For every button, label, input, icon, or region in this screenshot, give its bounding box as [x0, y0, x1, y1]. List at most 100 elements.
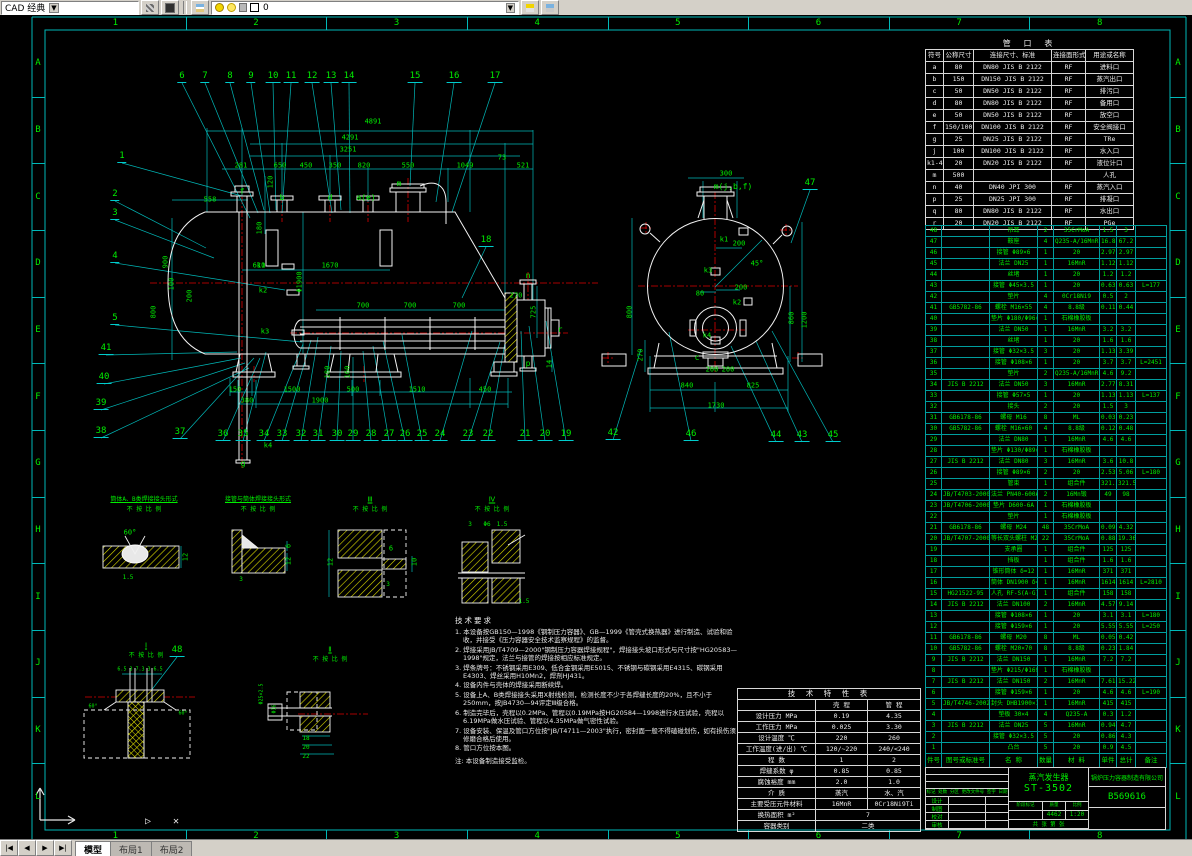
- table-cell: L=250: [1136, 622, 1167, 633]
- table-cell: 1: [1038, 688, 1054, 699]
- table-cell: GB5782-86: [942, 424, 990, 435]
- table-row: p25DN25 JPI 300RF排凝口: [926, 194, 1134, 206]
- dim-label: 860: [789, 312, 796, 325]
- table-cell: 46: [926, 248, 942, 259]
- zone-tick: [1170, 97, 1186, 98]
- table-cell: 进料口: [1086, 62, 1134, 74]
- table-cell: 0.86: [1100, 732, 1117, 743]
- zone-row-label: G: [1175, 458, 1180, 468]
- layer-stack-icon: [526, 4, 534, 12]
- zone-row-label: C: [1175, 192, 1180, 202]
- balloon-number: 45: [826, 431, 841, 442]
- balloon-number: 13: [324, 72, 339, 83]
- table-row: 主要受压元件材料16MnR0Cr18Ni9Ti: [738, 799, 921, 810]
- table-cell: 1.6: [1100, 336, 1117, 347]
- balloon-number: 34: [257, 430, 272, 441]
- dim-label: 14: [547, 360, 554, 368]
- dim-label: k4: [264, 443, 272, 450]
- table-cell: Q235-A: [1054, 710, 1100, 721]
- dim-label: 80: [696, 291, 704, 298]
- tab-模型[interactable]: 模型: [75, 841, 111, 856]
- table-cell: 0.23: [1100, 644, 1117, 655]
- last-tab-button[interactable]: ▶|: [54, 840, 72, 856]
- table-row: 44丝堵1201.21.2: [926, 270, 1167, 281]
- dim-label: 700: [404, 303, 417, 310]
- prev-tab-button[interactable]: ◀: [18, 840, 36, 856]
- equipment-name: 蒸汽发生器: [1009, 772, 1088, 783]
- table-cell: 备注: [1136, 754, 1167, 768]
- table-cell: 20: [1054, 347, 1100, 358]
- table-cell: [1136, 633, 1167, 644]
- table-cell: 3: [1038, 457, 1054, 468]
- dim-label: 450: [300, 163, 313, 170]
- first-tab-button[interactable]: |◀: [0, 840, 18, 856]
- dim-label: 3251: [340, 147, 357, 154]
- dim-label: 3: [386, 582, 390, 588]
- table-cell: [942, 325, 990, 336]
- zone-row-label: L: [1175, 792, 1180, 802]
- zone-tick: [1170, 297, 1186, 298]
- layer-properties-button[interactable]: [191, 0, 209, 15]
- tab-布局1[interactable]: 布局1: [110, 841, 152, 856]
- table-cell: [942, 226, 990, 237]
- table-cell: [942, 402, 990, 413]
- drawing-canvas[interactable]: 4891429132512816504503508205501049735215…: [0, 0, 1192, 856]
- table-cell: [1136, 512, 1167, 523]
- zone-column-label: 8: [1097, 18, 1102, 28]
- table-row: 30GB5782-86螺栓 M16×6048.8级0.120.48: [926, 424, 1167, 435]
- table-cell: 25: [944, 194, 974, 206]
- table-cell: 35: [926, 369, 942, 380]
- table-cell: 人孔: [1086, 170, 1134, 182]
- table-cell: 3.39: [1117, 347, 1136, 358]
- tab-布局2[interactable]: 布局2: [151, 841, 193, 856]
- zone-tick: [1170, 763, 1186, 764]
- table-cell: JB/T4707-2000: [942, 534, 990, 545]
- table-cell: [1136, 721, 1167, 732]
- dim-label: Φ6: [483, 522, 490, 528]
- dim-label: 180: [325, 366, 332, 379]
- workspace-settings-button[interactable]: [141, 0, 159, 15]
- table-cell: 8.8级: [1054, 644, 1100, 655]
- table-cell: HG21522-95: [942, 589, 990, 600]
- dim-label: 不 按 比 例: [241, 507, 276, 513]
- table-cell: 45: [926, 259, 942, 270]
- display-button[interactable]: [161, 0, 179, 15]
- layer-previous-button[interactable]: [541, 0, 559, 15]
- dim-label: 73: [498, 155, 506, 162]
- table-cell: L=2810: [1136, 578, 1167, 589]
- table-cell: 1: [1038, 358, 1054, 369]
- next-tab-button[interactable]: ▶: [36, 840, 54, 856]
- balloon-number: 32: [294, 430, 309, 441]
- note-item: 8. 管口方位按本图。: [455, 744, 739, 752]
- table-cell: 7.61: [1100, 677, 1117, 688]
- table-cell: 1: [1038, 446, 1054, 457]
- table-row: 36接管 Φ108×61203.73.7L=2451: [926, 358, 1167, 369]
- layer-color-swatch: [250, 3, 259, 12]
- table-cell: 螺栓 M20×70: [990, 644, 1038, 655]
- table-cell: 1614: [1100, 578, 1117, 589]
- ucs-icon: [36, 788, 75, 824]
- zone-row-label: E: [35, 325, 40, 335]
- table-cell: ML: [1054, 413, 1100, 424]
- table-cell: 31: [926, 413, 942, 424]
- make-layer-current-button[interactable]: [521, 0, 539, 15]
- table-cell: [942, 336, 990, 347]
- table-row: q80DN80 JIS B 2122RF水出口: [926, 206, 1134, 218]
- table-cell: DN80 JIS B 2122: [974, 98, 1052, 110]
- table-cell: [1117, 501, 1136, 512]
- table-cell: 16MnR: [1054, 677, 1100, 688]
- table-cell: DN25 JIS B 2122: [974, 134, 1052, 146]
- table-row: 37接管 Φ32×3.53201.133.39: [926, 347, 1167, 358]
- table-cell: [1136, 501, 1167, 512]
- table-cell: RF: [1052, 146, 1086, 158]
- table-cell: 20: [944, 158, 974, 170]
- layer-combo[interactable]: 0 ▼: [211, 1, 519, 15]
- cad-window: 4891429132512816504503508205501049735215…: [0, 0, 1192, 856]
- table-cell: 设计温度 ℃: [738, 733, 816, 744]
- table-cell: [1136, 325, 1167, 336]
- table-row: 26接管 Φ89×62202.535.06L=180: [926, 468, 1167, 479]
- table-cell: 3: [1117, 226, 1136, 237]
- table-cell: 20: [1054, 281, 1100, 292]
- table-cell: 3: [1038, 380, 1054, 391]
- workspace-combo[interactable]: CAD 经典 ▼: [1, 1, 139, 15]
